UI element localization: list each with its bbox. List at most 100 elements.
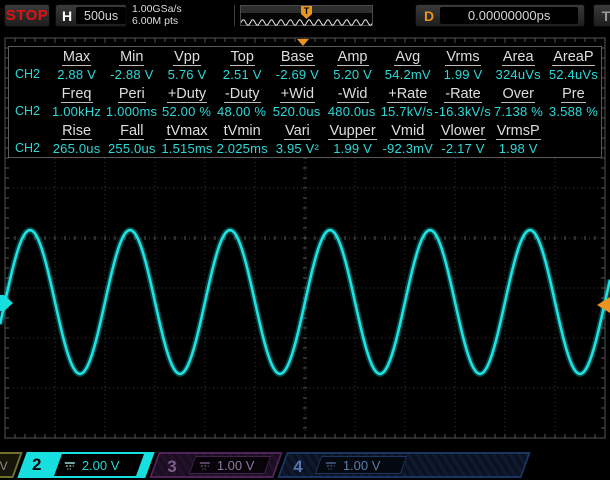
channel2-scale-box: 2.00 V — [54, 454, 144, 476]
measurement-value: 520.0us — [269, 104, 324, 119]
measurement-header: Fall — [104, 122, 159, 140]
measurement-header: Vpp — [159, 48, 214, 66]
measurement-header: Base — [270, 48, 325, 66]
acquisition-info: 1.00GSa/s 6.00M pts — [132, 4, 182, 27]
ground-coupling-icon — [325, 461, 337, 470]
waveform-preview-strip[interactable]: T — [240, 5, 373, 26]
measurement-value: 1.515ms — [159, 141, 214, 156]
measurement-value: 7.138 % — [491, 104, 546, 119]
measurement-value: 15.7kV/s — [379, 104, 434, 119]
measurement-value: 5.76 V — [159, 67, 214, 82]
measurement-header: -Rate — [435, 85, 490, 103]
measurement-table: MaxMinVppTopBaseAmpAvgVrmsAreaAreaPCH22.… — [8, 46, 602, 158]
channel-bar: V 2 2.00 V 3 1.00 V — [0, 450, 610, 480]
trigger-menu-button[interactable]: T — [593, 4, 610, 27]
oscilloscope-screen: STOP H 500us 1.00GSa/s 6.00M pts T D 0.0… — [0, 0, 610, 480]
channel3-number: 3 — [167, 457, 176, 477]
channel2-scale: 2.00 V — [82, 458, 120, 473]
channel3-tab[interactable]: 3 1.00 V — [149, 452, 282, 478]
measurement-header: Vmid — [380, 122, 435, 140]
measurement-header: Rise — [49, 122, 104, 140]
measurement-value: 2.51 V — [215, 67, 270, 82]
measurement-value: 255.0us — [104, 141, 159, 156]
measurement-header: Top — [215, 48, 270, 66]
horizontal-timebase-control[interactable]: H 500us — [55, 4, 127, 27]
measurement-header: Over — [491, 85, 546, 103]
measurement-header: tVmax — [159, 122, 214, 140]
measurement-group: FreqPeri+Duty-Duty+Wid-Wid+Rate-RateOver… — [9, 84, 601, 121]
channel2-number: 2 — [32, 455, 41, 475]
measurement-header: +Duty — [159, 85, 214, 103]
measurement-header: Peri — [104, 85, 159, 103]
timebase-value: 500us — [76, 7, 126, 24]
measurement-group: RiseFalltVmaxtVminVariVupperVmidVlowerVr… — [9, 121, 601, 158]
measurement-value: 480.0us — [324, 104, 379, 119]
ground-coupling-icon — [199, 461, 211, 470]
measurement-header: Pre — [546, 85, 601, 103]
measurement-value: 5.20 V — [325, 67, 380, 82]
measurement-header: Vrms — [435, 48, 490, 66]
measurement-value: -2.17 V — [435, 141, 490, 156]
measurement-value: -2.88 V — [104, 67, 159, 82]
measurement-header: tVmin — [215, 122, 270, 140]
channel3-scale: 1.00 V — [217, 458, 255, 473]
measurement-value: 54.2mV — [380, 67, 435, 82]
horizontal-label: H — [62, 8, 72, 24]
measurement-header: +Rate — [380, 85, 435, 103]
measurement-header: Avg — [380, 48, 435, 66]
measurement-value: 52.4uVs — [546, 67, 601, 82]
delay-label: D — [424, 8, 434, 24]
channel2-waveform — [0, 230, 610, 374]
measurement-value: 1.00kHz — [49, 104, 104, 119]
measurement-header: Vlower — [435, 122, 490, 140]
delay-value: 0.00000000ps — [440, 7, 578, 24]
channel-label: CH2 — [9, 104, 49, 118]
delay-readout[interactable]: D 0.00000000ps — [415, 4, 585, 27]
measurement-header: Vari — [270, 122, 325, 140]
measurement-header: Area — [491, 48, 546, 66]
channel4-number: 4 — [293, 457, 302, 477]
measurement-value: 1.000ms — [104, 104, 159, 119]
measurement-value: -2.69 V — [270, 67, 325, 82]
measurement-value: 2.88 V — [49, 67, 104, 82]
measurement-header: AreaP — [546, 48, 601, 66]
channel2-tab[interactable]: 2 2.00 V — [17, 452, 154, 478]
measurement-value: 1.98 V — [491, 141, 546, 156]
measurement-value: 324uVs — [491, 67, 546, 82]
measurement-value: 2.025ms — [215, 141, 270, 156]
measurement-value: 1.99 V — [435, 67, 490, 82]
ground-coupling-icon — [64, 461, 76, 470]
run-stop-status[interactable]: STOP — [4, 4, 50, 27]
measurement-value: -16.3kV/s — [434, 104, 491, 119]
measurement-value: 3.95 V² — [270, 141, 325, 156]
measurement-header: Amp — [325, 48, 380, 66]
measurement-header: -Duty — [215, 85, 270, 103]
measurement-value: 48.00 % — [214, 104, 269, 119]
channel3-scale-box: 1.00 V — [189, 456, 272, 474]
measurement-value: 3.588 % — [546, 104, 601, 119]
measurement-value: 1.99 V — [325, 141, 380, 156]
channel-label: CH2 — [9, 67, 49, 81]
measurement-header: Freq — [49, 85, 104, 103]
measurement-header: Min — [104, 48, 159, 66]
measurement-header: Max — [49, 48, 104, 66]
measurement-header: -Wid — [325, 85, 380, 103]
measurement-value: 265.0us — [49, 141, 104, 156]
trigger-position-marker-icon[interactable] — [297, 39, 309, 46]
measurement-header: VrmsP — [491, 122, 546, 140]
channel4-scale-box: 1.00 V — [315, 456, 408, 474]
sample-rate: 1.00GSa/s — [132, 4, 182, 16]
channel-label: CH2 — [9, 141, 49, 155]
measurement-group: MaxMinVppTopBaseAmpAvgVrmsAreaAreaPCH22.… — [9, 47, 601, 84]
channel4-scale: 1.00 V — [343, 458, 381, 473]
channel2-offset-marker-icon[interactable] — [0, 295, 13, 311]
channel1-scale-partial: V — [0, 459, 8, 473]
measurement-header: +Wid — [270, 85, 325, 103]
measurement-value: -92.3mV — [380, 141, 435, 156]
measurement-header: Vupper — [325, 122, 380, 140]
topbar-divider — [234, 5, 235, 26]
memory-depth: 6.00M pts — [132, 16, 182, 28]
measurement-value: 52.00 % — [159, 104, 214, 119]
top-bar: STOP H 500us 1.00GSa/s 6.00M pts T D 0.0… — [0, 0, 610, 33]
channel4-tab[interactable]: 4 1.00 V — [277, 452, 530, 478]
